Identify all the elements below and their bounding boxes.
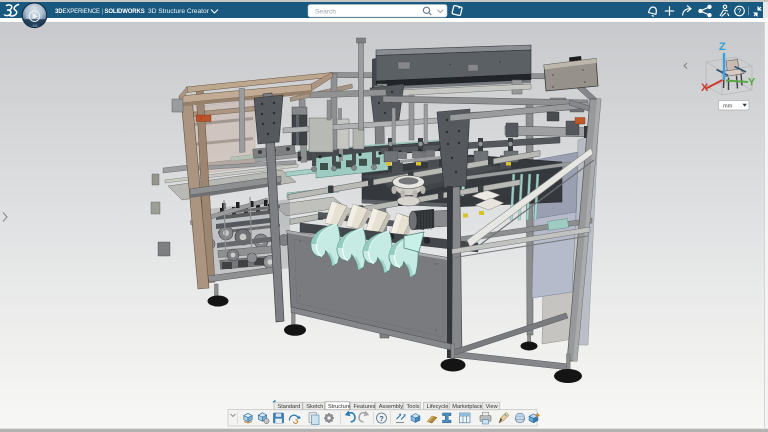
- svg-text:Marketplace: Marketplace: [452, 404, 482, 410]
- svg-text:Search: Search: [315, 8, 336, 15]
- svg-text:Lifecycle: Lifecycle: [427, 404, 449, 410]
- svg-text:mm: mm: [723, 104, 733, 110]
- svg-text:Standard: Standard: [278, 404, 301, 410]
- svg-text:Assembly: Assembly: [379, 404, 403, 410]
- svg-text:3DEXPERIENCE | SOLIDWORKS: 3DEXPERIENCE | SOLIDWORKS: [55, 9, 145, 15]
- svg-text:3D: 3D: [26, 15, 31, 19]
- svg-text:?: ?: [737, 7, 741, 16]
- svg-text:Y: Y: [748, 77, 756, 89]
- svg-text:Features: Features: [354, 404, 376, 410]
- svg-text:Structure: Structure: [328, 404, 351, 410]
- svg-text:X: X: [701, 82, 709, 94]
- svg-text:Z: Z: [719, 41, 726, 53]
- svg-text:I R: I R: [32, 5, 37, 9]
- svg-text:Tools: Tools: [407, 404, 420, 410]
- svg-text:?: ?: [379, 414, 384, 423]
- svg-text:Sketch: Sketch: [306, 404, 323, 410]
- svg-text:3D Structure Creator: 3D Structure Creator: [148, 8, 210, 15]
- svg-text:View: View: [486, 404, 499, 410]
